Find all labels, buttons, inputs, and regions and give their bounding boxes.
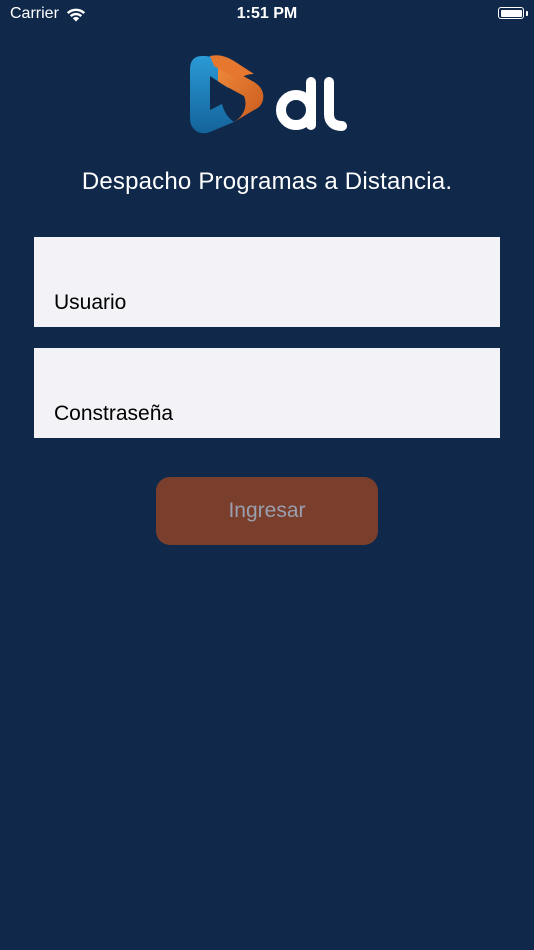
password-field[interactable]	[34, 348, 500, 438]
app-subtitle: Despacho Programas a Distancia.	[81, 168, 453, 195]
battery-icon	[498, 7, 528, 19]
dl-logo-text	[276, 77, 347, 131]
login-screen: Carrier 1:51 PM Despacho Programas a Dis…	[0, 0, 534, 950]
app-logo	[190, 55, 347, 134]
username-field[interactable]	[34, 237, 500, 327]
login-button[interactable]: Ingresar	[156, 477, 378, 545]
password-input[interactable]	[54, 402, 474, 426]
status-bar: Carrier 1:51 PM	[0, 0, 534, 28]
status-time: 1:51 PM	[236, 5, 298, 22]
play-logo-icon	[190, 55, 264, 134]
battery-cap	[525, 10, 528, 16]
battery-level	[500, 9, 522, 17]
username-input[interactable]	[54, 291, 474, 315]
